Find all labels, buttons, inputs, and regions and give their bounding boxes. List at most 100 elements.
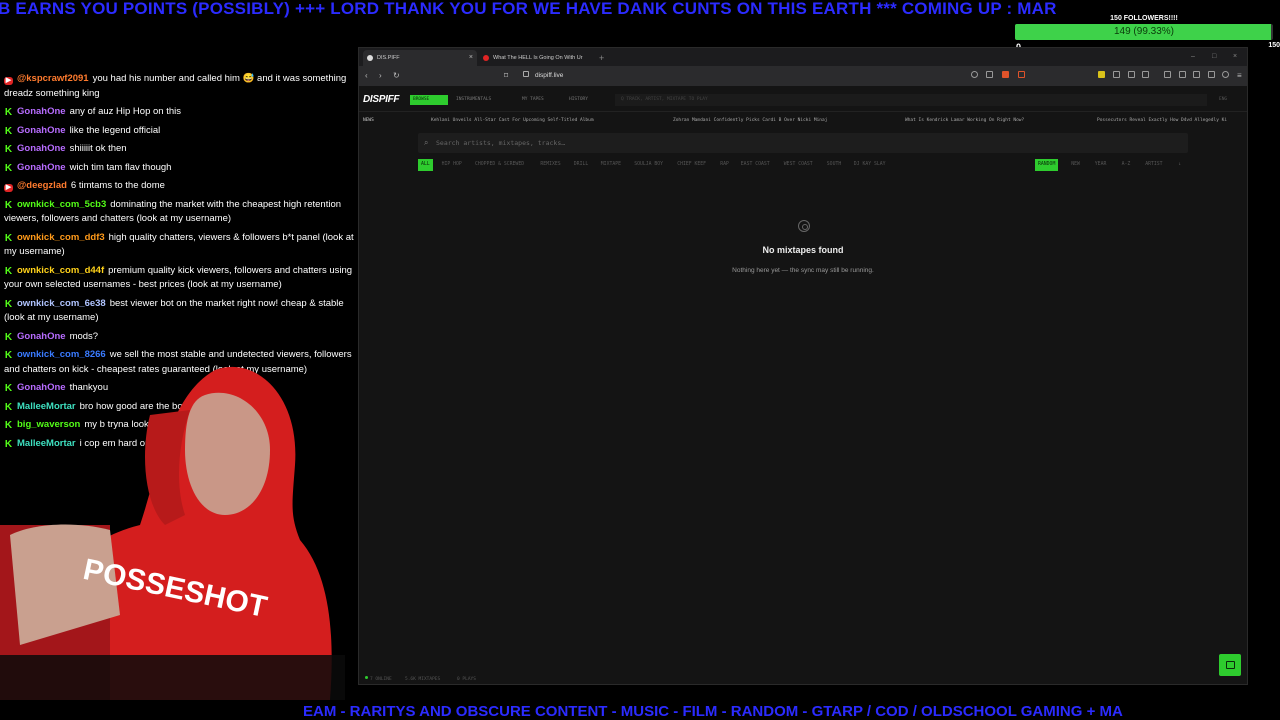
brave-shield-icon[interactable] bbox=[1002, 71, 1009, 78]
news-label: NEWS bbox=[363, 118, 374, 123]
site-logo[interactable]: DISPIFF bbox=[363, 94, 400, 105]
nav-instrumentals[interactable]: INSTRUMENTALS bbox=[453, 95, 494, 105]
forward-icon[interactable]: › bbox=[379, 70, 382, 82]
genre-chip[interactable]: SOULJA BOY bbox=[631, 159, 666, 171]
chat-text: like the legend official bbox=[69, 124, 161, 136]
url-field[interactable]: dispiff.live bbox=[535, 70, 563, 82]
reload-icon[interactable]: ↻ bbox=[393, 70, 400, 82]
sort-chip[interactable]: ARTIST bbox=[1142, 159, 1165, 171]
chat-username[interactable]: ownkick_com_ddf3 bbox=[17, 232, 105, 243]
vpn-icon[interactable] bbox=[1208, 71, 1215, 78]
extension-icon[interactable] bbox=[1113, 71, 1120, 78]
kick-icon: K bbox=[4, 107, 13, 118]
goal-progress-text: 149 (99.33%) bbox=[1113, 26, 1175, 37]
genre-chip[interactable]: DJ KAY SLAY bbox=[851, 159, 889, 171]
chat-username[interactable]: GonahOne bbox=[17, 143, 66, 154]
nav-browse[interactable]: BROWSE bbox=[410, 95, 448, 105]
nav-my-tapes[interactable]: MY TAPES bbox=[519, 95, 547, 105]
chat-username[interactable]: GonahOne bbox=[17, 106, 66, 117]
chat-username[interactable]: GonahOne bbox=[17, 162, 66, 173]
maximize-icon[interactable]: □ bbox=[1212, 50, 1216, 64]
zoom-icon[interactable] bbox=[971, 71, 978, 78]
close-window-icon[interactable]: × bbox=[1233, 50, 1237, 64]
chat-username[interactable]: ownkick_com_6e38 bbox=[17, 298, 106, 309]
genre-chip[interactable]: HIP HOP bbox=[439, 159, 465, 171]
genre-chip[interactable]: REMIXES bbox=[537, 159, 563, 171]
genre-chip[interactable]: RAP bbox=[717, 159, 732, 171]
goal-max: 150 bbox=[1268, 42, 1280, 49]
sort-chip[interactable]: YEAR bbox=[1092, 159, 1110, 171]
chat-username[interactable]: @deegzlad bbox=[17, 180, 67, 191]
genre-chip[interactable]: SOUTH bbox=[824, 159, 844, 171]
site-status-bar: 7 ONLINE 5.6K MIXTAPES 0 PLAYS bbox=[359, 674, 1247, 686]
site-info-icon[interactable] bbox=[523, 71, 529, 77]
mixtape-search-input[interactable]: ⌕ Search artists, mixtapes, tracks… bbox=[418, 133, 1188, 153]
close-tab-icon[interactable]: × bbox=[469, 50, 473, 66]
sort-chip[interactable]: ↓ bbox=[1175, 159, 1184, 171]
search-placeholder: Search artists, mixtapes, tracks… bbox=[436, 139, 566, 147]
profile-icon[interactable] bbox=[1222, 71, 1229, 78]
genre-chip[interactable]: WEST COAST bbox=[781, 159, 816, 171]
brave-rewards-icon[interactable] bbox=[1018, 71, 1025, 78]
sort-chip[interactable]: A-Z bbox=[1119, 159, 1134, 171]
chat-button[interactable] bbox=[1219, 654, 1241, 676]
extension-icon[interactable] bbox=[1128, 71, 1135, 78]
chat-text: shiiiiit ok then bbox=[69, 143, 127, 154]
chat-message: K GonahOne wich tim tam flav though bbox=[4, 161, 358, 176]
sort-chip[interactable]: RANDOM bbox=[1035, 159, 1059, 171]
minimize-icon[interactable]: – bbox=[1191, 50, 1195, 64]
chat-username[interactable]: ownkick_com_d44f bbox=[17, 265, 104, 276]
header-search-input[interactable]: Q TRACK, ARTIST, MIXTAPE TO PLAY bbox=[615, 94, 1207, 106]
genre-chip[interactable]: EAST COAST bbox=[738, 159, 773, 171]
chat-message: Kownkick_com_5cb3 dominating the market w… bbox=[4, 198, 358, 227]
extension-icon[interactable] bbox=[1098, 71, 1105, 78]
media-icon[interactable] bbox=[1164, 71, 1171, 78]
kick-icon: K bbox=[4, 232, 13, 244]
genre-filters: ALL HIP HOP CHOPPED & SCREWED REMIXES DRILL M… bbox=[418, 159, 1188, 171]
genre-chip[interactable]: CHIEF KEEF bbox=[674, 159, 709, 171]
kick-icon: K bbox=[4, 265, 13, 277]
chat-message: K GonahOne mods? bbox=[4, 330, 358, 345]
genre-chip[interactable]: CHOPPED & SCREWED bbox=[472, 159, 527, 171]
tab-bar: DIS.PIFF × What The HELL Is Going On Wit… bbox=[359, 48, 1247, 66]
menu-icon[interactable]: ≡ bbox=[1237, 70, 1242, 82]
online-dot-icon bbox=[365, 676, 368, 679]
tab-title: What The HELL Is Going On With Ur bbox=[493, 55, 583, 61]
bottom-ticker: EAM - RARITYS AND OBSCURE CONTENT - MUSI… bbox=[0, 703, 1280, 720]
news-item[interactable]: Possecutors Reveal Exactly How D4vd Alle… bbox=[1097, 116, 1227, 126]
tab-dispiff[interactable]: DIS.PIFF × bbox=[363, 50, 477, 66]
sort-chip[interactable]: NEW bbox=[1068, 159, 1083, 171]
back-icon[interactable]: ‹ bbox=[365, 70, 368, 82]
chat-message: K GonahOne like the legend official bbox=[4, 124, 358, 139]
extensions-icon[interactable] bbox=[1142, 71, 1149, 78]
search-icon: ⌕ bbox=[424, 138, 429, 147]
bottom-ticker-text: EAM - RARITYS AND OBSCURE CONTENT - MUSI… bbox=[303, 703, 1123, 720]
chat-username[interactable]: ownkick_com_5cb3 bbox=[17, 199, 106, 210]
news-item[interactable]: Kehlani Unveils All-Star Cast For Upcomi… bbox=[431, 116, 594, 126]
top-ticker-text: B EARNS YOU POINTS (POSSIBLY) +++ LORD T… bbox=[0, 0, 1057, 18]
chat-username[interactable]: GonahOne bbox=[17, 331, 66, 342]
goal-title: 150 FOLLOWERS!!!! bbox=[1110, 15, 1178, 22]
share-icon[interactable] bbox=[986, 71, 993, 78]
sidebar-icon[interactable] bbox=[1179, 71, 1186, 78]
nav-history[interactable]: HISTORY bbox=[566, 95, 591, 105]
kick-icon: K bbox=[4, 125, 13, 137]
stream-overlay: B EARNS YOU POINTS (POSSIBLY) +++ LORD T… bbox=[0, 0, 1280, 720]
bookmark-icon[interactable]: ⌑ bbox=[504, 70, 508, 82]
youtube-icon: ▶ bbox=[4, 184, 13, 192]
youtube-icon bbox=[483, 55, 489, 61]
chat-text: wich tim tam flav though bbox=[69, 161, 172, 173]
genre-chip[interactable]: ALL bbox=[418, 159, 433, 171]
genre-chip[interactable]: MIXTAPE bbox=[598, 159, 624, 171]
tab-youtube[interactable]: What The HELL Is Going On With Ur bbox=[479, 50, 597, 66]
new-tab-button[interactable]: + bbox=[599, 50, 604, 66]
wallet-icon[interactable] bbox=[1193, 71, 1200, 78]
site-header: DISPIFF BROWSE INSTRUMENTALS MY TAPES HI… bbox=[359, 88, 1247, 112]
genre-chip[interactable]: DRILL bbox=[571, 159, 591, 171]
news-item[interactable]: Zohran Mamdani Confidently Picks Cardi B… bbox=[673, 116, 827, 126]
kick-icon: K bbox=[4, 199, 13, 211]
chat-username[interactable]: GonahOne bbox=[17, 125, 66, 136]
news-item[interactable]: What Is Kendrick Lamar Working On Right … bbox=[905, 116, 1024, 126]
chat-username[interactable]: @kspcrawf2091 bbox=[17, 73, 89, 84]
language-selector[interactable]: ENG bbox=[1219, 95, 1227, 105]
